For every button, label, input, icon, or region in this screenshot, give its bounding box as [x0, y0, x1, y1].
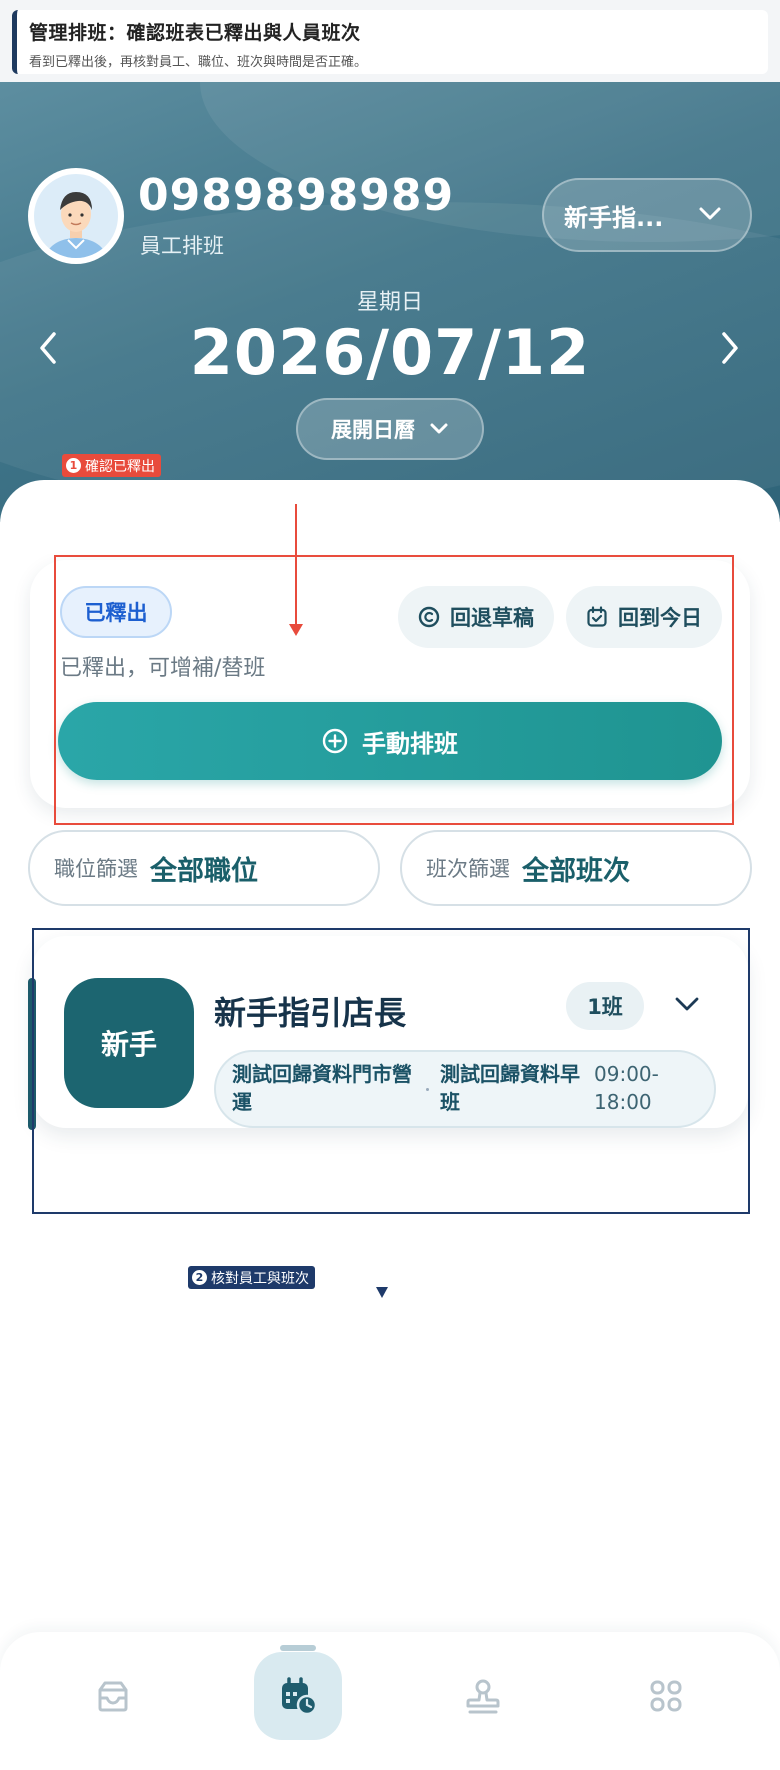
- instruction-banner: 管理排班：確認班表已釋出與人員班次 看到已釋出後，再核對員工、職位、班次與時間是…: [12, 10, 768, 74]
- annotation-arrow-head: [376, 1287, 388, 1298]
- annotation-step-1: 1 確認已釋出: [62, 454, 161, 477]
- annotation-highlight-frame: [54, 555, 734, 825]
- user-phone: 0989898989: [138, 170, 455, 221]
- position-filter-key: 職位篩選: [54, 857, 138, 881]
- annotation-step-2: 2 核對員工與班次: [188, 1266, 315, 1289]
- annotation-number: 2: [192, 1270, 207, 1285]
- position-filter-value: 全部職位: [150, 855, 258, 887]
- chevron-down-icon: [430, 423, 448, 434]
- shift-filter-value: 全部班次: [522, 855, 630, 887]
- annotation-arrow-head: [289, 624, 303, 636]
- annotation-number: 1: [66, 458, 81, 473]
- inbox-icon[interactable]: [94, 1678, 132, 1714]
- banner-subtitle: 看到已釋出後，再核對員工、職位、班次與時間是否正確。: [29, 55, 368, 70]
- annotation-label: 確認已釋出: [85, 458, 155, 475]
- chevron-right-icon[interactable]: [718, 330, 742, 366]
- expand-calendar-button[interactable]: 展開日曆: [296, 398, 484, 460]
- expand-calendar-label: 展開日曆: [331, 418, 415, 442]
- shift-filter[interactable]: 班次篩選 全部班次: [400, 830, 752, 906]
- apps-grid-icon[interactable]: [648, 1678, 684, 1714]
- chevron-left-icon[interactable]: [36, 330, 60, 366]
- avatar-image: [34, 174, 118, 258]
- active-indicator: [280, 1645, 316, 1651]
- role-selector[interactable]: 新手指...: [542, 178, 752, 252]
- annotation-arrow: [295, 504, 297, 626]
- chevron-down-icon: [699, 207, 721, 220]
- position-filter[interactable]: 職位篩選 全部職位: [28, 830, 380, 906]
- user-role: 員工排班: [140, 234, 224, 258]
- stamp-icon[interactable]: [464, 1678, 502, 1716]
- banner-title: 管理排班：確認班表已釋出與人員班次: [29, 22, 361, 44]
- avatar[interactable]: [28, 168, 124, 264]
- calendar-clock-icon[interactable]: [278, 1676, 318, 1716]
- annotation-label: 核對員工與班次: [211, 1270, 309, 1287]
- weekday-label: 星期日: [356, 290, 423, 315]
- current-date: 2026/07/12: [189, 316, 591, 389]
- role-selector-label: 新手指...: [564, 203, 664, 232]
- annotation-highlight-frame: [32, 928, 750, 1214]
- shift-filter-key: 班次篩選: [426, 857, 510, 881]
